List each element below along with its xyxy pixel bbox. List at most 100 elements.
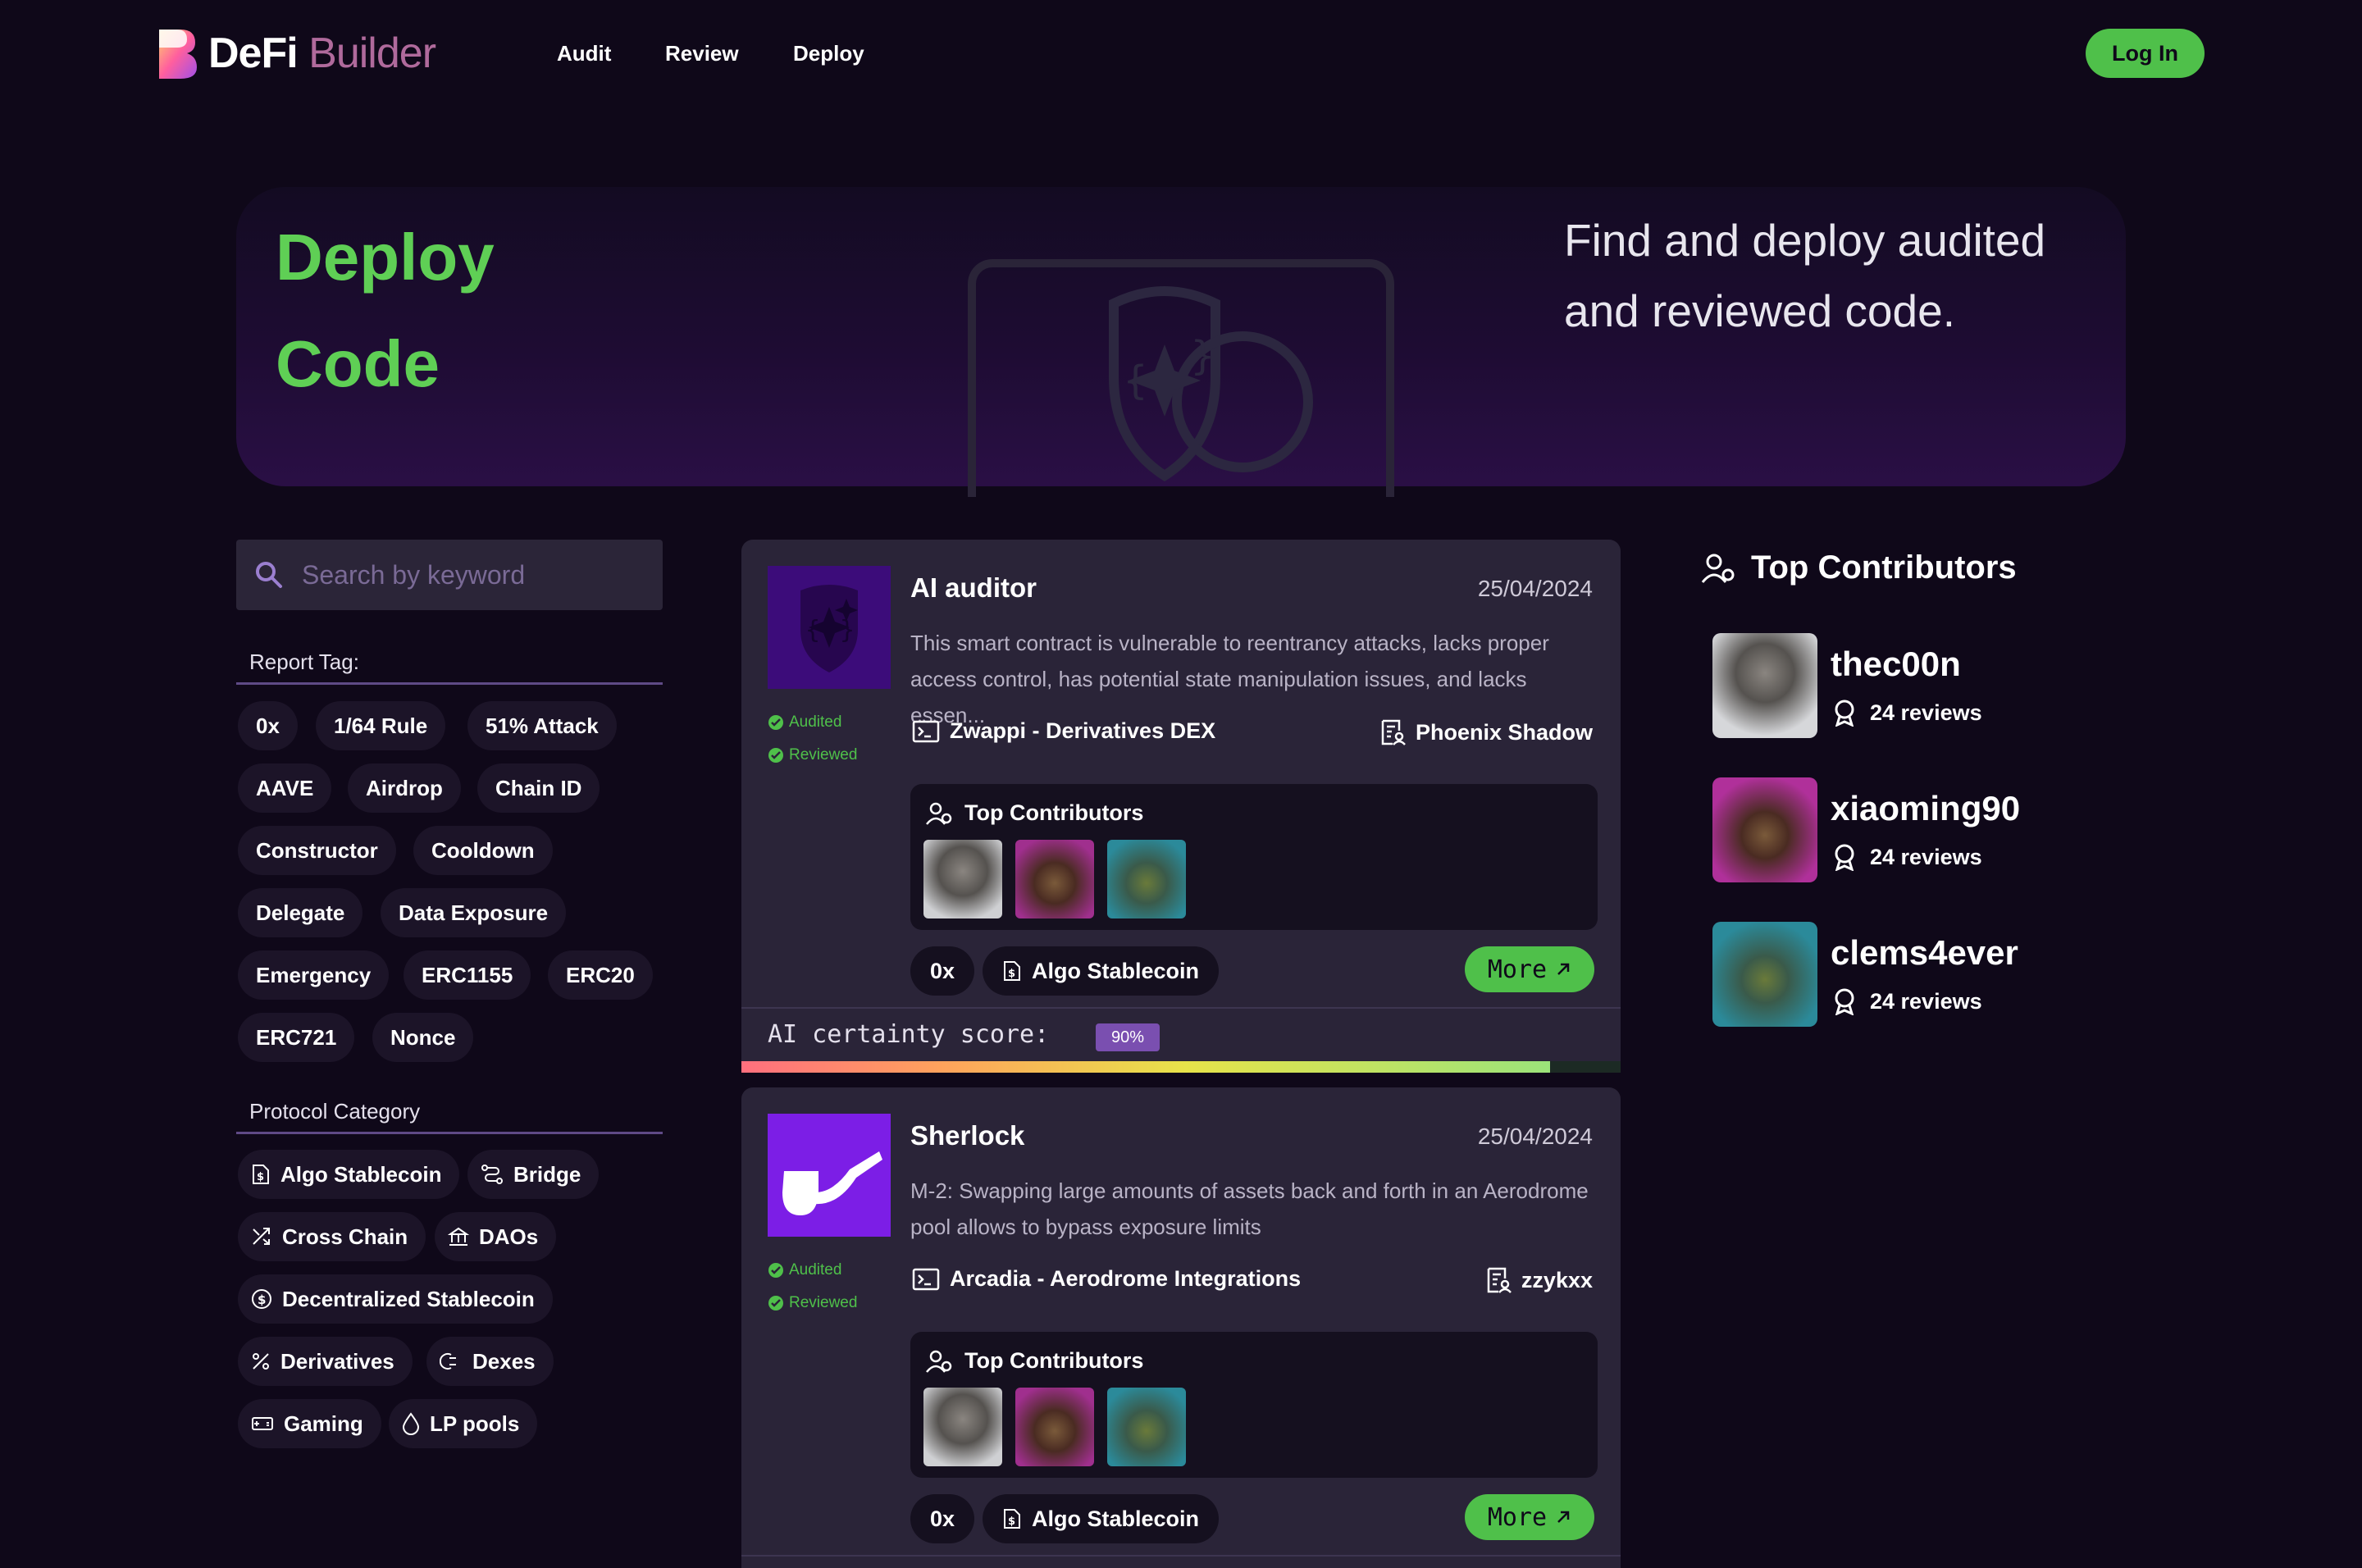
tag-chip[interactable]: ERC20 — [548, 950, 653, 1000]
user-badge-icon — [926, 802, 952, 825]
terminal-icon — [912, 720, 940, 742]
card-category-chip[interactable]: $ Algo Stablecoin — [983, 1494, 1220, 1543]
category-chip-bridge[interactable]: Bridge — [467, 1150, 600, 1199]
audited-badge: Audited — [768, 1261, 841, 1279]
category-chip-cross-chain[interactable]: Cross Chain — [238, 1212, 426, 1261]
certainty-bar — [741, 1061, 1621, 1073]
top-contributors-box: Top Contributors — [910, 1332, 1598, 1478]
top-contributors-title: Top Contributors — [925, 1348, 1143, 1374]
category-chip-lp-pools[interactable]: LP pools — [389, 1399, 538, 1448]
card-date: 25/04/2024 — [1477, 576, 1593, 601]
category-chip-algo-stablecoin[interactable]: $ Algo Stablecoin — [238, 1150, 460, 1199]
category-chip-derivatives[interactable]: Derivatives — [238, 1337, 413, 1386]
nav-deploy[interactable]: Deploy — [793, 41, 864, 71]
tag-chip[interactable]: ERC721 — [238, 1013, 355, 1062]
user-badge-icon — [926, 1350, 952, 1373]
avatar[interactable] — [1015, 1388, 1094, 1466]
award-icon — [1835, 844, 1854, 871]
svg-text:$: $ — [1008, 1516, 1015, 1528]
project-link[interactable]: Zwappi - Derivatives DEX — [912, 718, 1215, 744]
avatar[interactable] — [1712, 777, 1817, 882]
divider — [236, 1132, 663, 1134]
svg-text:}: } — [840, 616, 855, 645]
contributor-reviews: 24 reviews — [1832, 843, 1982, 871]
tag-chip[interactable]: ERC1155 — [404, 950, 531, 1000]
logo[interactable]: DeFi Builder — [156, 25, 436, 82]
svg-text:{: { — [1124, 358, 1147, 403]
category-chip-decentralized-stablecoin[interactable]: $ Decentralized Stablecoin — [238, 1274, 553, 1324]
tag-chip[interactable]: 0x — [238, 701, 298, 750]
document-dollar-icon: $ — [1004, 961, 1020, 981]
nav-audit[interactable]: Audit — [557, 41, 611, 71]
category-chip-gaming[interactable]: Gaming — [238, 1399, 381, 1448]
avatar[interactable] — [1015, 840, 1094, 918]
project-link[interactable]: Arcadia - Aerodrome Integrations — [912, 1266, 1301, 1292]
search-input[interactable] — [302, 559, 630, 590]
tag-chip[interactable]: Airdrop — [348, 763, 461, 813]
tag-chip[interactable]: 1/64 Rule — [316, 701, 446, 750]
tag-chip[interactable]: Delegate — [238, 888, 363, 937]
search-icon — [256, 562, 282, 588]
tag-chip[interactable]: Nonce — [372, 1013, 474, 1062]
report-tag-label: Report Tag: — [249, 650, 359, 674]
more-button[interactable]: More — [1465, 1494, 1594, 1540]
nav-review[interactable]: Review — [665, 41, 739, 71]
protocol-category-label: Protocol Category — [249, 1099, 421, 1124]
card-title[interactable]: AI auditor — [910, 572, 1037, 604]
login-button[interactable]: Log In — [2086, 29, 2205, 78]
card-category-chip[interactable]: $ Algo Stablecoin — [983, 946, 1220, 996]
check-circle-icon — [768, 715, 783, 730]
category-chip-daos[interactable]: DAOs — [435, 1212, 557, 1261]
report-user-icon — [1381, 719, 1406, 745]
card-description: M-2: Swapping large amounts of assets ba… — [910, 1178, 1589, 1239]
avatar[interactable] — [1107, 840, 1186, 918]
ticket-icon — [252, 1417, 273, 1430]
audit-card[interactable]: { } AI auditor 25/04/2024 This smart con… — [741, 540, 1621, 1073]
award-icon — [1835, 988, 1854, 1015]
tag-chip[interactable]: Emergency — [238, 950, 390, 1000]
contributor-name[interactable]: xiaoming90 — [1831, 789, 2020, 828]
divider — [236, 682, 663, 685]
more-button[interactable]: More — [1465, 946, 1594, 992]
route-icon — [481, 1165, 503, 1184]
avatar[interactable] — [1712, 633, 1817, 738]
category-chip-dexes[interactable]: Dexes — [426, 1337, 554, 1386]
user-badge-icon — [1701, 554, 1735, 583]
card-title[interactable]: Sherlock — [910, 1120, 1024, 1151]
reviewer-link[interactable]: zzykxx — [1485, 1266, 1593, 1294]
tag-chip[interactable]: Chain ID — [477, 763, 600, 813]
contributor-name[interactable]: thec00n — [1831, 645, 1961, 684]
shield-sparkle-icon: { } — [768, 566, 891, 689]
reviewer-link[interactable]: Phoenix Shadow — [1379, 718, 1593, 746]
check-circle-icon — [768, 1296, 783, 1310]
avatar[interactable] — [923, 1388, 1002, 1466]
document-dollar-icon: $ — [253, 1165, 269, 1184]
exchange-icon — [440, 1353, 456, 1370]
certainty-label: AI certainty score: — [768, 1020, 1050, 1049]
avatar[interactable] — [1712, 922, 1817, 1027]
tag-chip[interactable]: Data Exposure — [381, 888, 567, 937]
tag-chip[interactable]: Cooldown — [413, 826, 553, 875]
contributor-name[interactable]: clems4ever — [1831, 933, 2018, 973]
svg-text:$: $ — [258, 1292, 266, 1307]
hero-subtitle: Find and deploy audited and reviewed code… — [1564, 215, 2046, 336]
document-dollar-icon: $ — [1004, 1509, 1020, 1529]
avatar[interactable] — [1107, 1388, 1186, 1466]
award-icon — [1835, 700, 1854, 727]
svg-text:{: { — [805, 616, 820, 645]
tag-chip[interactable]: 51% Attack — [467, 701, 617, 750]
audit-card[interactable]: Sherlock 25/04/2024 M-2: Swapping large … — [741, 1087, 1621, 1568]
terminal-icon — [912, 1268, 940, 1290]
svg-text:$: $ — [257, 1171, 264, 1183]
avatar[interactable] — [923, 840, 1002, 918]
certainty-bar-fill — [741, 1061, 1551, 1073]
card-tag-chip[interactable]: 0x — [910, 1494, 975, 1543]
search-box[interactable] — [236, 540, 663, 610]
tag-chip[interactable]: Constructor — [238, 826, 396, 875]
card-tag-chip[interactable]: 0x — [910, 946, 975, 996]
check-circle-icon — [768, 748, 783, 763]
contributor-reviews: 24 reviews — [1832, 987, 1982, 1015]
reviewed-badge: Reviewed — [768, 1294, 857, 1312]
tag-chip[interactable]: AAVE — [238, 763, 332, 813]
certainty-badge: 90% — [1096, 1023, 1160, 1051]
